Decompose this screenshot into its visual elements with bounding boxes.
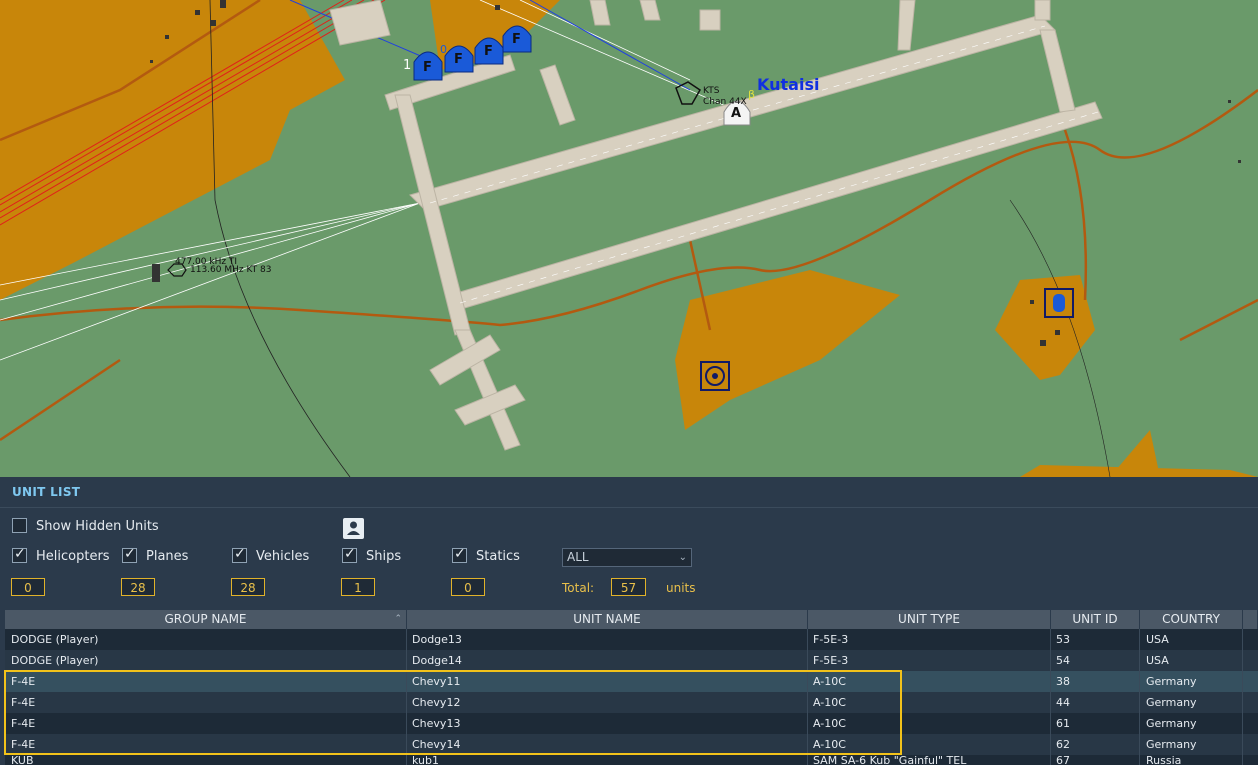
coalition-select-value: ALL <box>567 550 589 564</box>
group-name-cell: DODGE (Player) <box>5 650 407 671</box>
helicopters-label: Helicopters <box>36 549 110 564</box>
vehicles-checkbox[interactable] <box>232 546 247 563</box>
plane-marker-icon[interactable]: F <box>454 52 463 67</box>
unit-name-cell: Chevy11 <box>407 671 808 692</box>
chevron-down-icon: ⌄ <box>678 552 687 563</box>
total-label: Total: <box>562 581 595 595</box>
unit-id-cell: 44 <box>1051 692 1140 713</box>
vehicles-count: 28 <box>231 578 265 596</box>
airport-marker-icon[interactable]: A <box>731 106 741 121</box>
show-hidden-checkbox[interactable] <box>12 518 27 533</box>
column-header-country[interactable]: COUNTRY <box>1140 610 1243 629</box>
panel-title: UNIT LIST <box>12 485 81 499</box>
coalition-select[interactable]: ALL ⌄ <box>562 548 692 567</box>
beacon-label: KTS <box>703 86 720 96</box>
ships-label: Ships <box>366 549 402 564</box>
column-header-extra <box>1243 610 1258 629</box>
unit-type-cell: A-10C <box>808 692 1051 713</box>
table-row[interactable]: F-4E Chevy14 A-10C 62 Germany <box>5 734 1258 755</box>
flight-number-label: 1 <box>403 58 412 73</box>
unit-type-cell: A-10C <box>808 671 1051 692</box>
vehicles-label: Vehicles <box>256 549 310 564</box>
table-row[interactable]: F-4E Chevy11 A-10C 38 Germany <box>5 671 1258 692</box>
table-row[interactable]: DODGE (Player) Dodge13 F-5E-3 53 USA <box>5 629 1258 650</box>
unit-name-cell: kub1 <box>407 755 808 765</box>
unit-list-panel: UNIT LIST Show Hidden Units Helicopters … <box>0 477 1258 765</box>
plane-marker-icon[interactable]: F <box>512 32 521 47</box>
planes-count: 28 <box>121 578 155 596</box>
unit-id-cell: 61 <box>1051 713 1140 734</box>
unit-name-cell: Chevy12 <box>407 692 808 713</box>
country-cell: USA <box>1140 629 1243 650</box>
unit-id-cell: 54 <box>1051 650 1140 671</box>
table-row[interactable]: F-4E Chevy13 A-10C 61 Germany <box>5 713 1258 734</box>
unit-id-cell: 67 <box>1051 755 1140 765</box>
unit-name-cell: Dodge14 <box>407 650 808 671</box>
unit-name-cell: Dodge13 <box>407 629 808 650</box>
unit-type-cell: SAM SA-6 Kub "Gainful" TEL <box>808 755 1051 765</box>
table-row[interactable]: F-4E Chevy12 A-10C 44 Germany <box>5 692 1258 713</box>
table-row[interactable]: KUB kub1 SAM SA-6 Kub "Gainful" TEL 67 R… <box>5 755 1258 765</box>
show-hidden-label: Show Hidden Units <box>36 519 159 534</box>
statics-count: 0 <box>451 578 485 596</box>
unit-name-cell: Chevy13 <box>407 713 808 734</box>
country-cell: Germany <box>1140 734 1243 755</box>
country-cell: Germany <box>1140 713 1243 734</box>
title-divider <box>0 507 1258 508</box>
unit-id-cell: 38 <box>1051 671 1140 692</box>
plane-marker-icon[interactable]: F <box>423 60 432 75</box>
unit-id-cell: 62 <box>1051 734 1140 755</box>
country-cell: Germany <box>1140 671 1243 692</box>
column-header-group-name[interactable]: GROUP NAME ⌃ <box>5 610 407 629</box>
sort-arrow-icon: ⌃ <box>394 614 402 624</box>
unit-name-cell: Chevy14 <box>407 734 808 755</box>
unit-type-cell: A-10C <box>808 734 1051 755</box>
beta-label: β <box>748 88 756 101</box>
country-cell: Germany <box>1140 692 1243 713</box>
person-filter-button[interactable] <box>343 518 364 539</box>
unit-type-cell: A-10C <box>808 713 1051 734</box>
total-count: 57 <box>611 578 646 596</box>
mission-map[interactable]: Kutaisi KTS Chan 44X 477.00 kHz TI 113.6… <box>0 0 1258 477</box>
airport-name-label[interactable]: Kutaisi <box>757 75 819 94</box>
column-header-label: UNIT NAME <box>573 612 641 626</box>
statics-label: Statics <box>476 549 520 564</box>
column-header-label: UNIT TYPE <box>898 612 960 626</box>
column-header-label: GROUP NAME <box>164 612 247 626</box>
planes-checkbox[interactable] <box>122 546 137 563</box>
group-name-cell: F-4E <box>5 671 407 692</box>
planes-label: Planes <box>146 549 189 564</box>
group-name-cell: F-4E <box>5 692 407 713</box>
group-name-cell: F-4E <box>5 734 407 755</box>
vor-label: 113.60 MHz KT 83 <box>190 265 272 275</box>
flight-waypoint-label: 0 <box>440 43 447 56</box>
statics-checkbox[interactable] <box>452 546 467 563</box>
ships-checkbox[interactable] <box>342 546 357 563</box>
plane-marker-icon[interactable]: F <box>484 44 493 59</box>
ships-count: 1 <box>341 578 375 596</box>
column-header-unit-id[interactable]: UNIT ID <box>1051 610 1140 629</box>
column-header-label: COUNTRY <box>1162 612 1220 626</box>
table-row[interactable]: DODGE (Player) Dodge14 F-5E-3 54 USA <box>5 650 1258 671</box>
helicopters-count: 0 <box>11 578 45 596</box>
country-cell: Russia <box>1140 755 1243 765</box>
helicopters-checkbox[interactable] <box>12 546 27 563</box>
group-name-cell: KUB <box>5 755 407 765</box>
country-cell: USA <box>1140 650 1243 671</box>
column-header-label: UNIT ID <box>1072 612 1118 626</box>
unit-type-cell: F-5E-3 <box>808 629 1051 650</box>
person-icon <box>347 521 360 535</box>
column-header-unit-name[interactable]: UNIT NAME <box>407 610 808 629</box>
unit-id-cell: 53 <box>1051 629 1140 650</box>
unit-type-cell: F-5E-3 <box>808 650 1051 671</box>
units-label: units <box>666 581 696 595</box>
group-name-cell: DODGE (Player) <box>5 629 407 650</box>
column-header-unit-type[interactable]: UNIT TYPE <box>808 610 1051 629</box>
group-name-cell: F-4E <box>5 713 407 734</box>
